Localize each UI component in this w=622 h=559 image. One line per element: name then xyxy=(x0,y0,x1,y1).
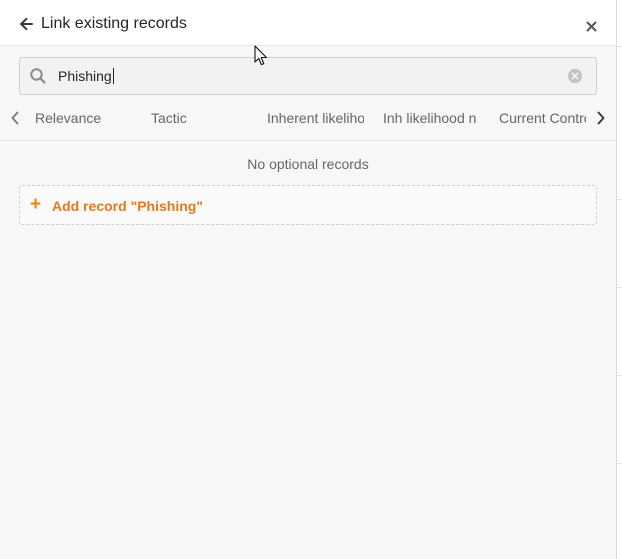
scroll-left-button[interactable] xyxy=(6,109,24,127)
plus-icon: + xyxy=(30,194,42,215)
column-header-relevance[interactable]: Relevance xyxy=(35,110,135,127)
back-button[interactable] xyxy=(15,13,37,35)
chevron-right-icon xyxy=(597,111,605,125)
search-icon xyxy=(30,68,46,84)
mouse-pointer-icon xyxy=(254,45,267,66)
empty-state-message: No optional records xyxy=(247,156,369,172)
link-records-panel: Link existing records Phishing Relevance… xyxy=(0,0,617,559)
column-header-current-controls[interactable]: Current Controls xyxy=(499,110,586,127)
close-button[interactable] xyxy=(580,15,602,37)
chevron-left-icon xyxy=(11,111,19,125)
close-icon xyxy=(586,21,596,31)
scroll-right-button[interactable] xyxy=(592,109,610,127)
add-record-label: Add record "Phishing" xyxy=(52,198,203,214)
panel-header: Link existing records xyxy=(0,0,616,46)
search-box: Phishing xyxy=(19,57,597,95)
column-header-inh-likelihood[interactable]: Inh likelihood n xyxy=(383,110,479,127)
column-headers-bar: Relevance Tactic Inherent likelihood Inh… xyxy=(0,101,616,141)
column-header-inherent-likelihood[interactable]: Inherent likelihood xyxy=(267,110,364,127)
add-record-button[interactable]: + Add record "Phishing" xyxy=(19,185,597,225)
panel-title: Link existing records xyxy=(41,15,187,32)
column-header-tactic[interactable]: Tactic xyxy=(151,110,251,127)
clear-circle-icon[interactable] xyxy=(567,68,583,84)
search-input[interactable] xyxy=(58,58,558,94)
arrow-left-icon xyxy=(20,17,33,31)
text-caret xyxy=(112,68,114,84)
search-input-value: Phishing xyxy=(58,68,114,84)
